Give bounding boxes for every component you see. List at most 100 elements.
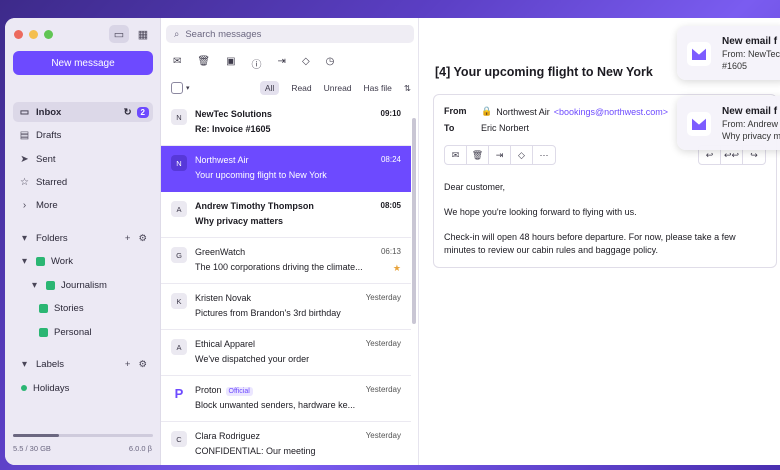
to-name[interactable]: Eric Norbert: [481, 123, 529, 133]
labels-section-header[interactable]: ▾ Labels + ⚙: [13, 354, 153, 374]
message-sender: Ethical Apparel: [195, 339, 256, 349]
mail-app-icon: [687, 112, 711, 136]
sidebar-item-starred[interactable]: ☆ Starred: [13, 172, 153, 192]
sidebar-item-sent[interactable]: ➤ Sent: [13, 149, 153, 169]
chevron-down-icon[interactable]: ▾: [186, 84, 190, 92]
sidebar-folder-work[interactable]: ▾ Work: [13, 251, 153, 271]
snooze-clock-icon[interactable]: ◷: [326, 56, 335, 71]
maximize-window-button[interactable]: [44, 30, 53, 39]
sidebar-item-label: Starred: [36, 176, 68, 188]
mark-unread-icon[interactable]: ✉: [445, 146, 467, 164]
search-input[interactable]: ⌕ Search messages: [166, 25, 414, 43]
message-list: N NewTec Solutions Re: Invoice #1605 09:…: [161, 100, 411, 465]
avatar: A: [171, 339, 187, 355]
message-sender: Kristen Novak: [195, 293, 252, 303]
avatar: N: [171, 109, 187, 125]
add-folder-icon[interactable]: +: [125, 233, 131, 244]
sidebar-folder-stories[interactable]: Stories: [13, 298, 153, 318]
sort-icon[interactable]: ⇅: [404, 83, 411, 94]
view-switcher: ▭ ▦: [109, 25, 153, 43]
message-row[interactable]: N NewTec Solutions Re: Invoice #1605 09:…: [161, 100, 411, 146]
minimize-window-button[interactable]: [29, 30, 38, 39]
official-badge: Official: [225, 387, 253, 396]
avatar: A: [171, 201, 187, 217]
message-row[interactable]: P Proton Official Block unwanted senders,…: [161, 376, 411, 422]
label-tag-icon[interactable]: ◇: [511, 146, 533, 164]
archive-icon[interactable]: ▣: [226, 56, 235, 71]
mark-read-icon[interactable]: ✉: [173, 56, 181, 71]
sidebar-item-label: Drafts: [36, 129, 62, 141]
notification-title: New email f: [722, 36, 778, 47]
message-row[interactable]: A Andrew Timothy Thompson Why privacy ma…: [161, 192, 411, 238]
sidebar-item-drafts[interactable]: ▤ Drafts: [13, 125, 153, 145]
folder-label: Stories: [54, 302, 84, 314]
message-list-pane: ⌕ Search messages ✉ 🗑 ▣ ⓘ ⇥ ◇ ◷ ▾ All Re…: [161, 18, 419, 465]
section-label: Labels: [36, 358, 64, 370]
message-body-line: Dear customer,: [444, 182, 506, 192]
sidebar-item-inbox[interactable]: ▭ Inbox ↻ 2: [13, 102, 153, 122]
avatar: G: [171, 247, 187, 263]
message-row[interactable]: K Kristen Novak Pictures from Brandon's …: [161, 284, 411, 330]
message-sender: NewTec Solutions: [195, 109, 272, 119]
message-row[interactable]: N Northwest Air Your upcoming flight to …: [161, 146, 411, 192]
mail-app-icon: [687, 42, 711, 66]
window-controls: [14, 30, 53, 39]
filter-all[interactable]: All: [259, 81, 280, 95]
proton-logo-icon: P: [174, 385, 184, 401]
star-icon[interactable]: ★: [393, 263, 401, 274]
message-sender: Northwest Air: [195, 155, 249, 165]
message-body-line: We hope you're looking forward to flying…: [444, 207, 637, 217]
folder-icon: [39, 303, 48, 313]
filter-has-file[interactable]: Has file: [364, 83, 392, 93]
spam-icon[interactable]: ⓘ: [252, 56, 262, 71]
from-email[interactable]: <bookings@northwest.com>: [554, 107, 668, 117]
more-options-icon[interactable]: ⋯: [533, 146, 555, 164]
sidebar-item-label: More: [36, 199, 58, 211]
avatar: K: [171, 293, 187, 309]
list-scrollbar[interactable]: [412, 118, 416, 324]
trash-icon[interactable]: 🗑: [197, 56, 210, 71]
message-title: [4] Your upcoming flight to New York: [435, 65, 653, 79]
message-row[interactable]: G GreenWatch The 100 corporations drivin…: [161, 238, 411, 284]
chevron-down-icon[interactable]: ▾: [19, 256, 30, 267]
move-to-folder-icon[interactable]: ⇥: [278, 56, 286, 71]
sidebar-folder-journalism[interactable]: ▾ Journalism: [13, 275, 153, 295]
gear-icon[interactable]: ⚙: [138, 233, 147, 244]
label-tag-icon[interactable]: ◇: [302, 56, 310, 71]
message-time: Yesterday: [365, 431, 401, 440]
sidebar-label-holidays[interactable]: Holidays: [13, 378, 153, 398]
chevron-down-icon[interactable]: ▾: [29, 280, 40, 291]
add-label-icon[interactable]: +: [125, 359, 131, 370]
from-name[interactable]: Northwest Air: [496, 107, 550, 117]
notification-toast[interactable]: New email f From: NewTec #1605: [677, 26, 780, 80]
folders-section-header[interactable]: ▾ Folders + ⚙: [13, 228, 153, 248]
message-subject: Why privacy matters: [195, 216, 284, 226]
folder-label: Work: [51, 255, 73, 267]
folder-label: Personal: [54, 326, 92, 338]
chevron-down-icon: ▾: [21, 232, 28, 244]
label-label: Holidays: [33, 382, 70, 394]
sidebar-folder-personal[interactable]: Personal: [13, 322, 153, 342]
trash-icon[interactable]: 🗑: [467, 146, 489, 164]
avatar: N: [171, 155, 187, 171]
message-row[interactable]: C Clara Rodriguez CONFIDENTIAL: Our meet…: [161, 422, 411, 465]
inbox-view-icon[interactable]: ▭: [109, 25, 129, 43]
message-actions: ✉ 🗑 ⇥ ◇ ⋯: [444, 145, 556, 165]
calendar-view-icon[interactable]: ▦: [133, 25, 153, 43]
move-to-folder-icon[interactable]: ⇥: [489, 146, 511, 164]
new-message-button[interactable]: New message: [13, 51, 153, 75]
filter-unread[interactable]: Unread: [324, 83, 352, 93]
close-window-button[interactable]: [14, 30, 23, 39]
notification-line: From: Andrew: [722, 119, 779, 129]
filter-read[interactable]: Read: [291, 83, 311, 93]
sidebar-item-label: Sent: [36, 153, 56, 165]
message-time: 06:13: [380, 247, 401, 256]
message-row[interactable]: A Ethical Apparel We've dispatched your …: [161, 330, 411, 376]
gear-icon[interactable]: ⚙: [138, 359, 147, 370]
message-time: 08:24: [380, 155, 401, 164]
folder-icon: [46, 280, 55, 290]
sidebar-item-more[interactable]: › More: [13, 195, 153, 215]
notification-toast[interactable]: New email f From: Andrew Why privacy m: [677, 96, 780, 150]
select-all-checkbox[interactable]: [171, 82, 183, 94]
refresh-icon[interactable]: ↻: [124, 107, 132, 118]
